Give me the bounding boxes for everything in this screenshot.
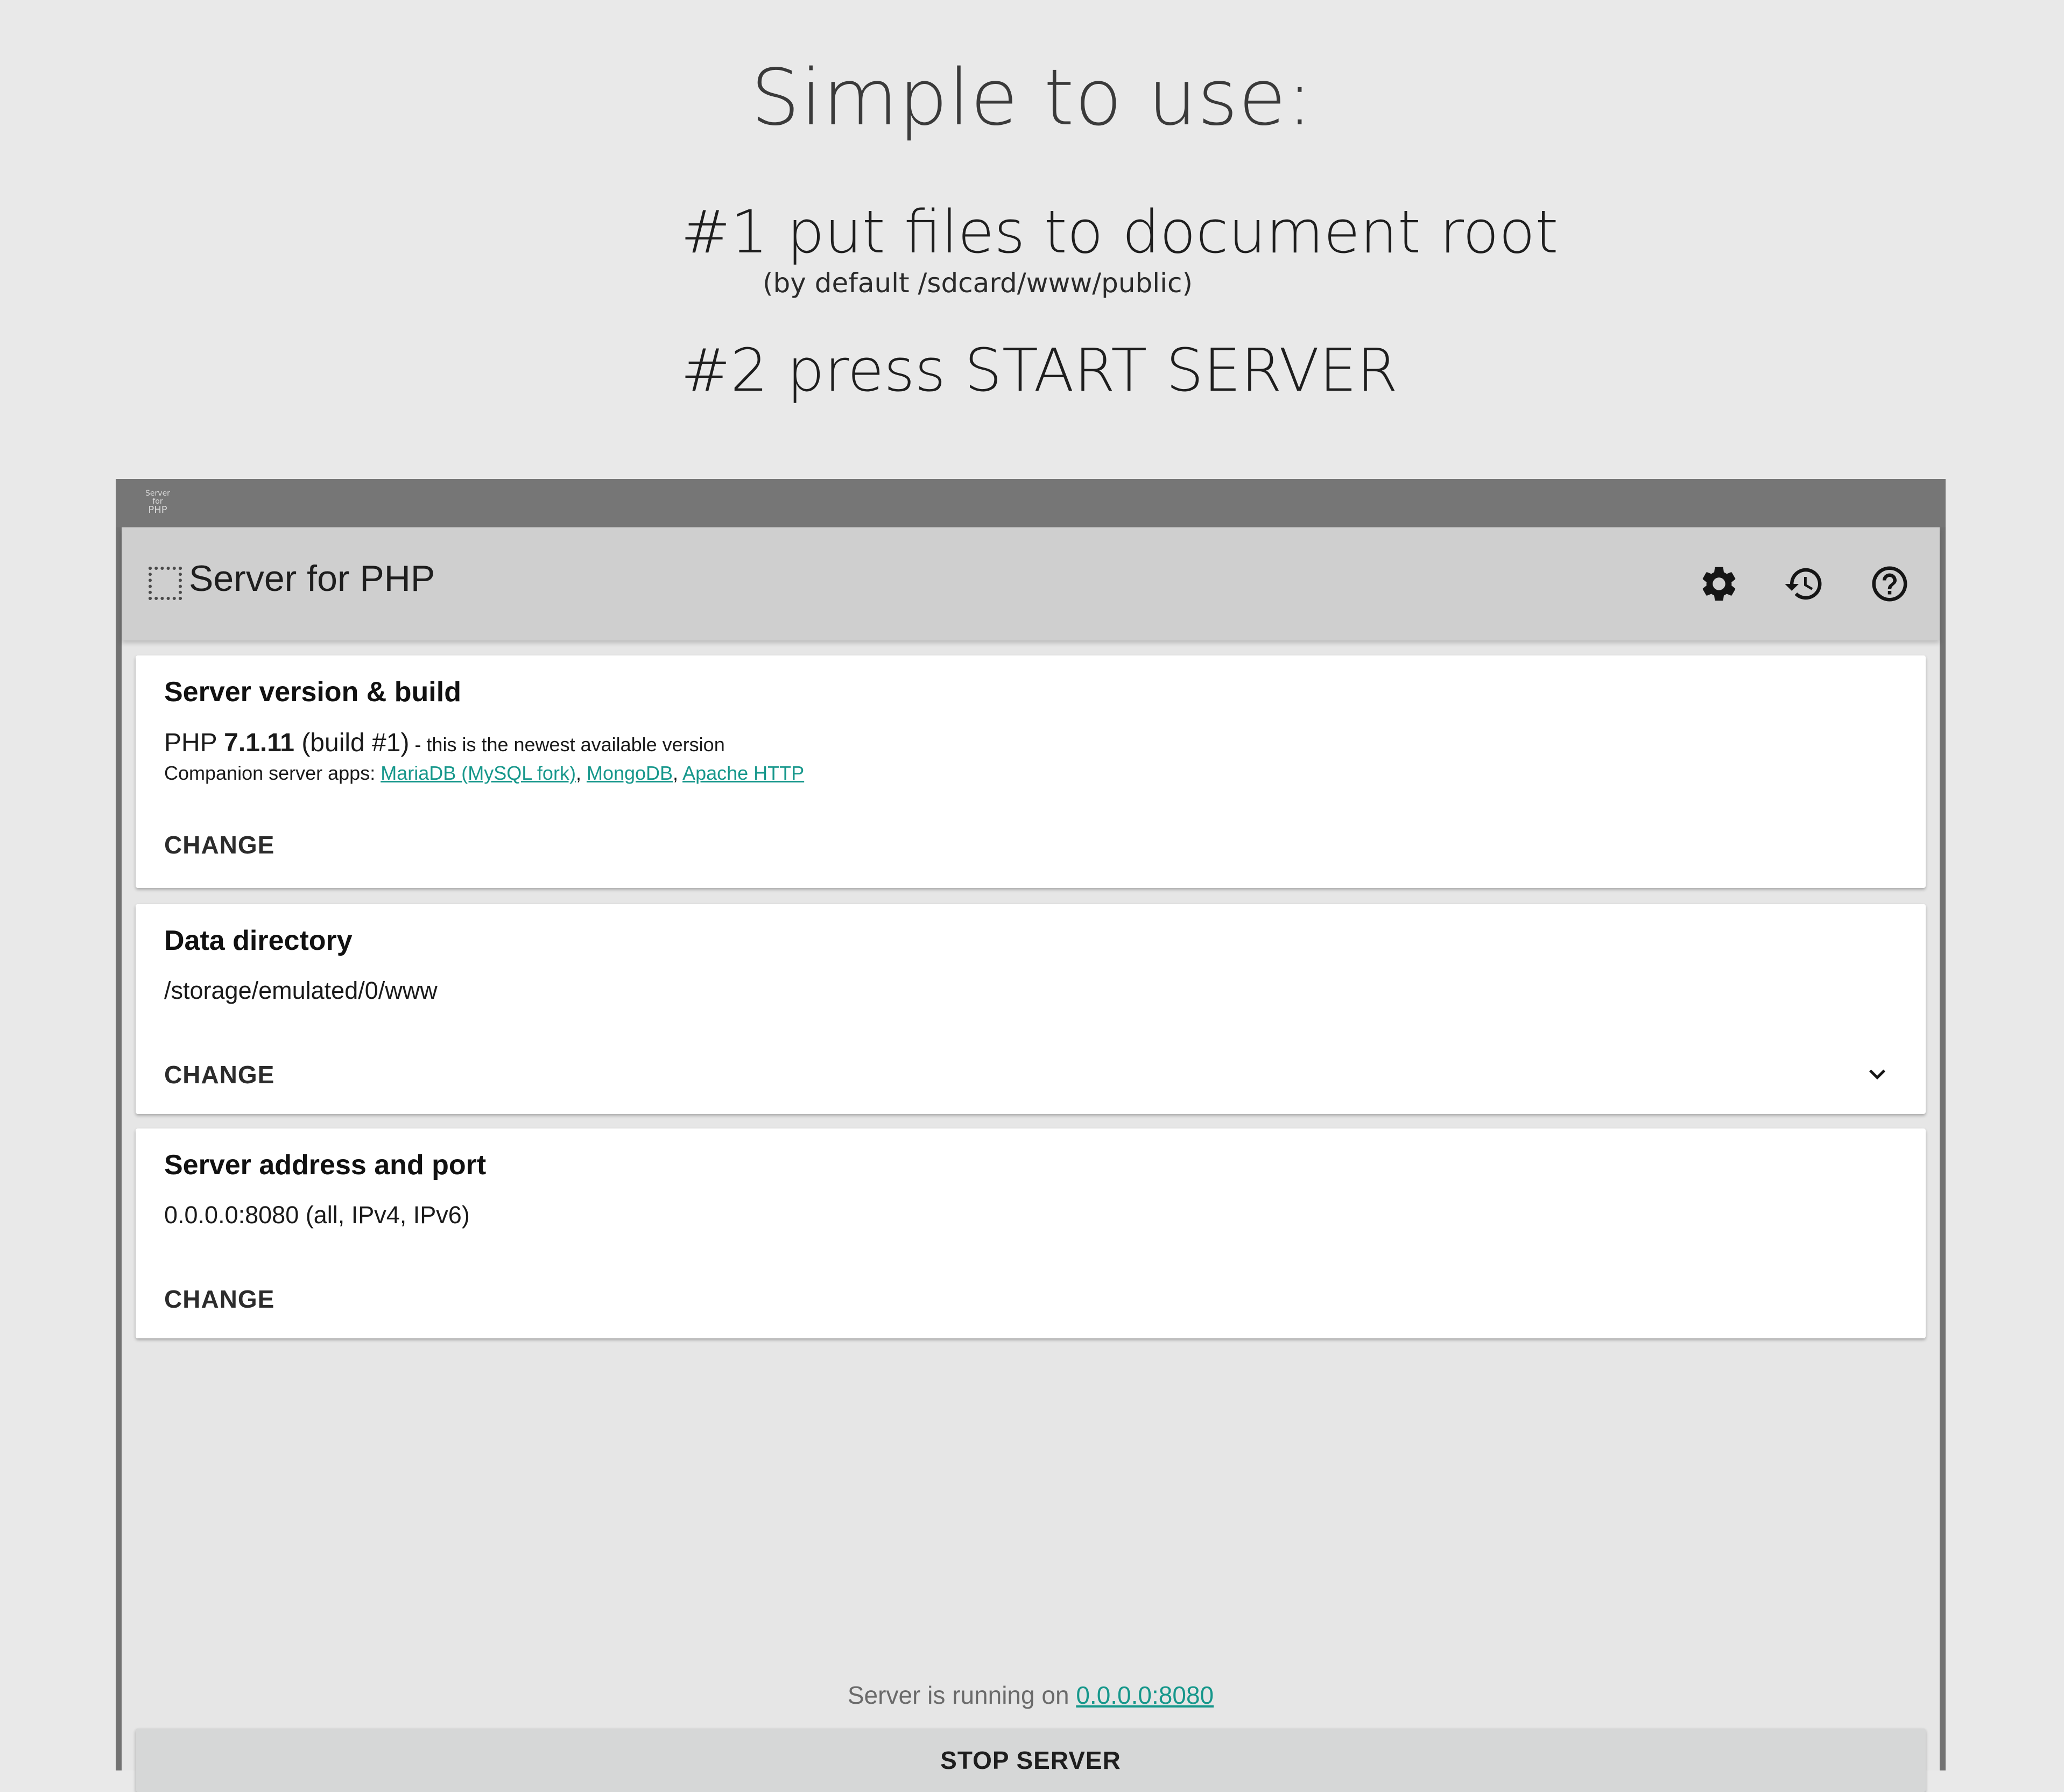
data-directory-card: Data directory /storage/emulated/0/www C… xyxy=(136,904,1926,1114)
card-title: Server address and port xyxy=(164,1149,487,1181)
status-bar-app-logo: Server for PHP xyxy=(142,489,174,516)
running-label: Server is running on xyxy=(847,1681,1076,1709)
chevron-down-icon[interactable] xyxy=(1861,1058,1893,1090)
change-data-directory-button[interactable]: CHANGE xyxy=(164,1060,274,1089)
status-logo-line: PHP xyxy=(148,504,167,516)
separator: , xyxy=(575,762,587,784)
history-button[interactable] xyxy=(1780,560,1828,608)
server-address-value: 0.0.0.0:8080 (all, IPv4, IPv6) xyxy=(164,1201,470,1229)
server-status-text: Server is running on 0.0.0.0:8080 xyxy=(122,1681,1940,1710)
version-note: - this is the newest available version xyxy=(409,733,725,756)
change-version-button[interactable]: CHANGE xyxy=(164,830,274,859)
history-icon xyxy=(1785,568,1822,600)
promo-step-2: #2 press START SERVER xyxy=(681,336,1398,405)
server-version-card: Server version & build PHP 7.1.11 (build… xyxy=(136,655,1926,888)
card-title: Server version & build xyxy=(164,676,461,708)
link-apache-http[interactable]: Apache HTTP xyxy=(682,762,804,784)
help-icon xyxy=(1872,566,1907,602)
change-address-button[interactable]: CHANGE xyxy=(164,1285,274,1314)
link-mongodb[interactable]: MongoDB xyxy=(587,762,673,784)
app-title: Server for PHP xyxy=(189,558,435,599)
status-bar: Server for PHP xyxy=(116,479,1946,527)
data-directory-value: /storage/emulated/0/www xyxy=(164,977,438,1004)
promo-step-1-subtitle: (by default /sdcard/www/public) xyxy=(763,267,1193,299)
promo-title: Simple to use: xyxy=(750,52,1314,143)
companion-label: Companion server apps: xyxy=(164,762,381,784)
server-url-link[interactable]: 0.0.0.0:8080 xyxy=(1076,1681,1214,1709)
help-button[interactable] xyxy=(1865,560,1914,608)
separator: , xyxy=(673,762,683,784)
stop-server-button[interactable]: STOP SERVER xyxy=(136,1728,1926,1792)
companion-apps-line: Companion server apps: MariaDB (MySQL fo… xyxy=(164,762,804,785)
php-build: (build #1) xyxy=(294,729,410,757)
device-frame: Server for PHP Server for PHP Server ver… xyxy=(116,479,1946,1792)
card-title: Data directory xyxy=(164,925,353,956)
php-version-line: PHP 7.1.11 (build #1) - this is the newe… xyxy=(164,728,725,758)
status-logo-line: Server xyxy=(145,489,170,498)
settings-button[interactable] xyxy=(1695,560,1743,608)
php-version: 7.1.11 xyxy=(224,729,294,757)
php-prefix: PHP xyxy=(164,729,224,757)
app-logo-icon xyxy=(149,567,182,600)
app-window: Server for PHP Server version & build PH… xyxy=(122,527,1940,1792)
link-mariadb[interactable]: MariaDB (MySQL fork) xyxy=(381,762,576,784)
gear-icon xyxy=(1702,567,1736,601)
server-address-card: Server address and port 0.0.0.0:8080 (al… xyxy=(136,1128,1926,1338)
app-toolbar: Server for PHP xyxy=(122,527,1940,640)
promo-step-1: #1 put files to document root xyxy=(681,197,1559,266)
